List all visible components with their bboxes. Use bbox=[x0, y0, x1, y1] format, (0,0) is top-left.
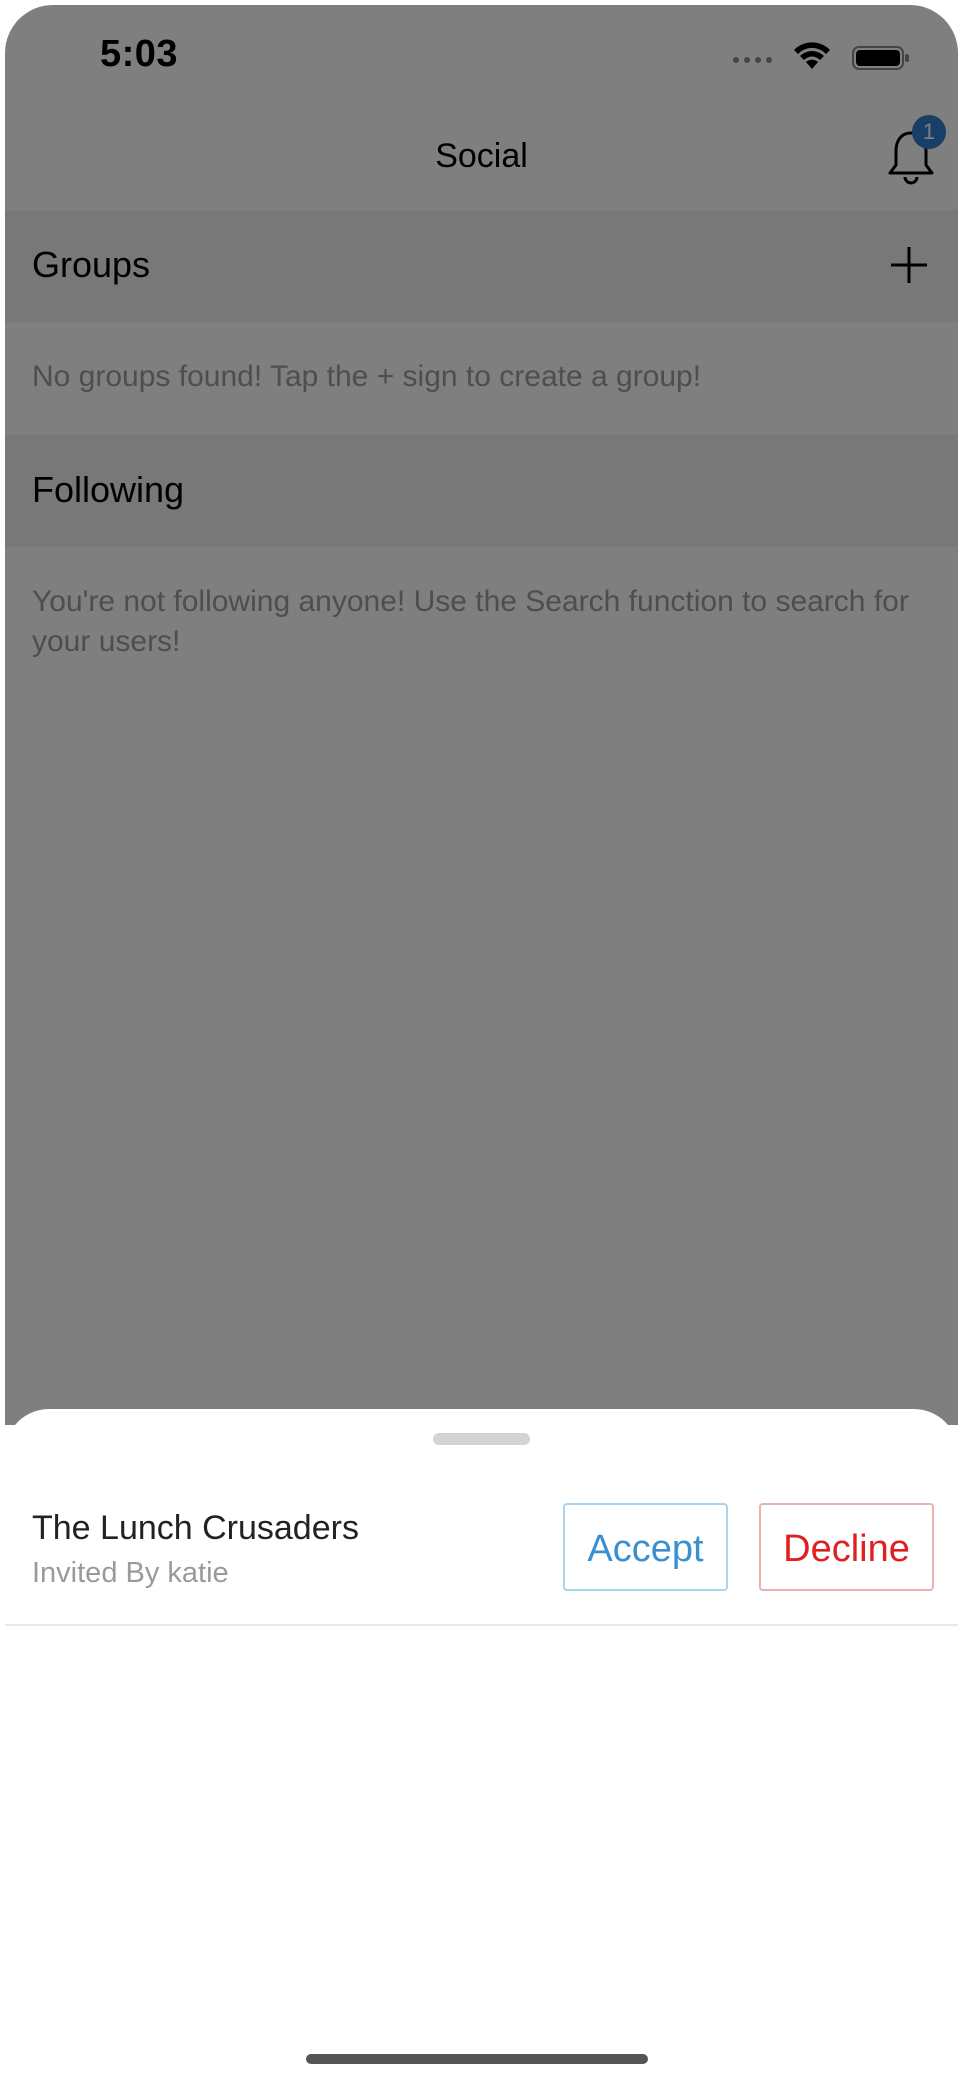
invite-bottom-sheet: The Lunch Crusaders Invited By katie Acc… bbox=[5, 1409, 958, 2079]
invite-sender: Invited By katie bbox=[32, 1557, 229, 1589]
modal-backdrop[interactable] bbox=[5, 5, 958, 1425]
social-screen: 5:03 Social 1 Groups bbox=[5, 5, 958, 1425]
home-indicator[interactable] bbox=[306, 2054, 648, 2064]
accept-button[interactable]: Accept bbox=[563, 1503, 728, 1591]
group-invite-row: The Lunch Crusaders Invited By katie Acc… bbox=[5, 1469, 958, 1626]
invite-group-name: The Lunch Crusaders bbox=[32, 1509, 359, 1547]
decline-button[interactable]: Decline bbox=[759, 1503, 934, 1591]
phone-screen: 5:03 Social 1 Groups bbox=[5, 5, 958, 2079]
sheet-drag-handle[interactable] bbox=[433, 1433, 530, 1445]
